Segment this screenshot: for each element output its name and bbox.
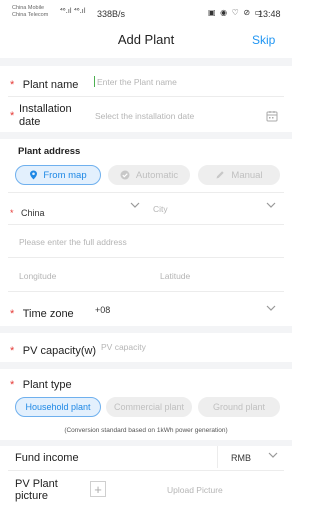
city-select[interactable]: City — [153, 204, 168, 214]
network-speed: 338B/s — [97, 9, 126, 19]
country-value: China — [20, 208, 45, 218]
required-mark: * — [10, 79, 15, 91]
section-gap — [0, 440, 292, 446]
calendar-icon[interactable] — [266, 109, 278, 127]
skip-button[interactable]: Skip — [252, 33, 275, 47]
address-option-from-map[interactable]: From map — [15, 165, 101, 185]
divider — [8, 257, 284, 258]
clock: 13:48 — [258, 9, 281, 19]
conversion-note: (Conversion standard based on 1kWh power… — [64, 427, 228, 434]
add-picture-button[interactable]: + — [90, 481, 106, 497]
status-icons: ▣ ◉ ♡ ⊘ ▭ — [208, 8, 264, 17]
pv-capacity-label: PV capacity(w) — [22, 345, 97, 357]
plant-name-label: Plant name — [22, 79, 79, 91]
location-pin-icon — [30, 170, 38, 180]
plant-type-commercial[interactable]: Commercial plant — [106, 397, 192, 417]
pv-capacity-row: * PV capacity(w) — [10, 341, 96, 359]
time-zone-value[interactable]: +08 — [95, 305, 110, 315]
required-mark: * — [10, 208, 14, 218]
from-map-label: From map — [43, 169, 87, 181]
check-circle-icon — [120, 170, 130, 180]
carrier-names: China Mobile China Telecom — [12, 5, 48, 19]
section-gap — [0, 326, 292, 333]
page-title: Add Plant — [117, 32, 175, 47]
required-mark: * — [10, 308, 15, 320]
plant-name-input[interactable]: Enter the Plant name — [97, 77, 277, 87]
text-cursor — [94, 76, 95, 87]
required-mark: * — [10, 110, 15, 122]
installation-date-label: Installation date — [19, 103, 72, 129]
divider — [8, 224, 284, 225]
plant-type-label: Plant type — [22, 379, 72, 391]
divider — [8, 96, 284, 97]
installation-date-label-line2: date — [19, 116, 41, 128]
time-zone-row: * Time zone — [10, 304, 74, 322]
plant-type-household[interactable]: Household plant — [15, 397, 101, 417]
chevron-down-icon[interactable] — [130, 202, 140, 212]
carrier-2: China Telecom — [12, 12, 49, 18]
manual-label: Manual — [231, 169, 263, 181]
plus-icon: + — [94, 481, 102, 497]
plant-picture-label-line2: picture — [15, 490, 49, 502]
carrier-1: China Mobile — [12, 5, 45, 11]
plant-name-row: * Plant name — [10, 75, 78, 93]
section-gap — [0, 58, 292, 66]
longitude-input[interactable]: Longitude — [19, 271, 129, 281]
divider — [8, 291, 284, 292]
plant-picture-label: PV Plant picture — [15, 478, 58, 502]
plant-type-row: * Plant type — [10, 375, 72, 393]
required-mark: * — [10, 379, 15, 391]
section-gap — [0, 362, 292, 369]
time-zone-label: Time zone — [22, 308, 74, 320]
country-select[interactable]: * China — [10, 203, 44, 221]
chevron-down-icon[interactable] — [266, 305, 276, 315]
section-gap — [0, 132, 292, 139]
plant-type-ground[interactable]: Ground plant — [198, 397, 280, 417]
plant-picture-label-line1: PV Plant — [15, 478, 58, 490]
full-address-input[interactable]: Please enter the full address — [19, 237, 269, 247]
chevron-down-icon[interactable] — [266, 202, 276, 212]
latitude-input[interactable]: Latitude — [160, 271, 270, 281]
installation-date-input[interactable]: Select the installation date — [95, 111, 265, 121]
installation-date-label-line1: Installation — [19, 103, 72, 115]
status-bar: China Mobile China Telecom ⁴⁶.ıl ⁴⁶.ıl 3… — [0, 0, 292, 22]
chevron-down-icon[interactable] — [268, 452, 278, 462]
address-option-automatic[interactable]: Automatic — [108, 165, 190, 185]
divider — [8, 192, 284, 193]
required-mark: * — [10, 345, 15, 357]
signal-icon: ⁴⁶.ıl ⁴⁶.ıl — [60, 7, 86, 15]
automatic-label: Automatic — [135, 169, 179, 181]
divider — [8, 470, 284, 471]
currency-select[interactable]: RMB — [231, 453, 251, 463]
pv-capacity-input[interactable]: PV capacity — [101, 342, 261, 352]
upload-picture-label[interactable]: Upload Picture — [167, 485, 223, 495]
pencil-icon — [216, 171, 225, 179]
plant-address-label: Plant address — [18, 146, 81, 157]
address-option-manual[interactable]: Manual — [198, 165, 280, 185]
fund-income-label: Fund income — [15, 452, 79, 464]
divider — [217, 446, 218, 468]
